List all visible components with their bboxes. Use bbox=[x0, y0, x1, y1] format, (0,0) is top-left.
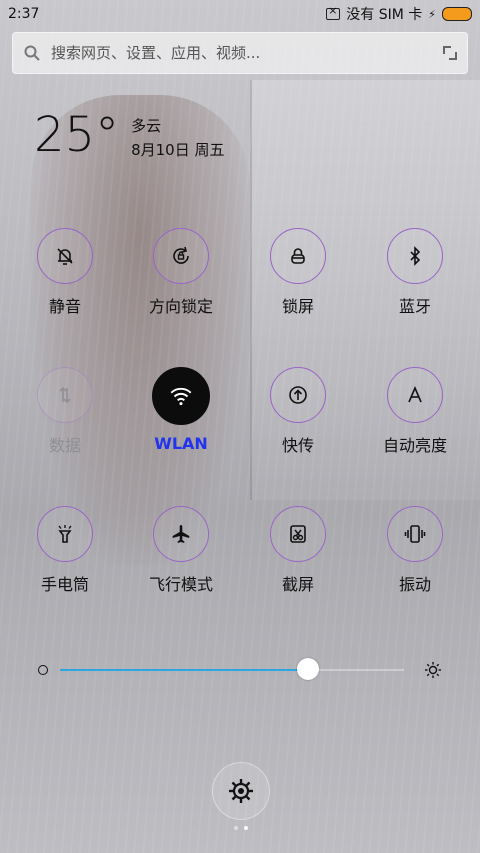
page-dot-active bbox=[244, 826, 248, 830]
bluetooth-toggle-button[interactable] bbox=[387, 228, 443, 284]
wlan-toggle-button[interactable] bbox=[152, 367, 210, 425]
search-icon bbox=[24, 45, 40, 61]
page-indicator bbox=[234, 826, 248, 830]
toggle-wlan[interactable]: WLAN bbox=[131, 367, 231, 453]
toggle-bluetooth[interactable]: 蓝牙 bbox=[365, 228, 465, 317]
vibrate-label: 振动 bbox=[398, 575, 431, 594]
no-sim-icon bbox=[326, 4, 341, 20]
data-arrows-icon bbox=[59, 386, 71, 404]
vibrate-button[interactable] bbox=[387, 506, 443, 562]
gear-icon bbox=[229, 779, 253, 803]
battery-icon bbox=[442, 7, 472, 21]
bell-off-icon bbox=[57, 248, 73, 265]
brightness-track[interactable] bbox=[60, 658, 404, 680]
quick-transfer-label: 快传 bbox=[281, 436, 314, 455]
charging-icon: ⚡ bbox=[428, 7, 436, 21]
flashlight-label: 手电筒 bbox=[40, 575, 89, 594]
toggle-silent[interactable]: 静音 bbox=[15, 228, 115, 317]
toggle-vibrate[interactable]: 振动 bbox=[365, 506, 465, 595]
brightness-high-icon bbox=[425, 662, 441, 678]
rotation-lock-toggle-button[interactable] bbox=[153, 228, 209, 284]
screenshot-button[interactable] bbox=[270, 506, 326, 562]
mobile-data-toggle-button[interactable] bbox=[37, 367, 93, 423]
weather-widget[interactable]: 25° 多云 8月10日 周五 bbox=[34, 110, 224, 162]
silent-label: 静音 bbox=[48, 297, 81, 316]
status-indicators: 没有 SIM 卡 ⚡ bbox=[326, 4, 472, 24]
mobile-data-label: 数据 bbox=[48, 436, 81, 455]
settings-button[interactable] bbox=[212, 762, 270, 820]
weather-info: 多云 8月10日 周五 bbox=[131, 114, 224, 162]
search-bar[interactable] bbox=[12, 32, 468, 74]
airplane-icon bbox=[172, 525, 190, 543]
toggle-rotation-lock[interactable]: 方向锁定 bbox=[131, 228, 231, 317]
brightness-fill bbox=[60, 669, 308, 671]
brightness-slider[interactable] bbox=[38, 650, 442, 690]
sim-status-text: 没有 SIM 卡 bbox=[346, 7, 423, 23]
toggle-mobile-data[interactable]: 数据 bbox=[15, 367, 115, 456]
airplane-mode-label: 飞行模式 bbox=[148, 575, 213, 594]
toggle-auto-brightness[interactable]: 自动亮度 bbox=[365, 367, 465, 456]
flashlight-icon bbox=[58, 525, 72, 543]
wifi-icon bbox=[170, 387, 192, 406]
status-time: 2:37 bbox=[8, 6, 40, 22]
search-input[interactable] bbox=[49, 43, 443, 63]
lock-screen-label: 锁屏 bbox=[281, 297, 314, 316]
quick-transfer-button[interactable] bbox=[270, 367, 326, 423]
auto-brightness-button[interactable] bbox=[387, 367, 443, 423]
toggle-lock-screen[interactable]: 锁屏 bbox=[248, 228, 348, 317]
weather-condition: 多云 bbox=[131, 117, 162, 135]
temperature: 25° bbox=[34, 107, 120, 163]
lock-icon bbox=[291, 248, 305, 264]
bluetooth-icon bbox=[410, 246, 421, 266]
toggle-airplane-mode[interactable]: 飞行模式 bbox=[131, 506, 231, 595]
screenshot-icon bbox=[290, 525, 306, 543]
status-bar: 2:37 没有 SIM 卡 ⚡ bbox=[0, 0, 480, 28]
toggle-screenshot[interactable]: 截屏 bbox=[248, 506, 348, 595]
brightness-low-icon bbox=[38, 665, 48, 675]
airplane-mode-button[interactable] bbox=[153, 506, 209, 562]
toggle-flashlight[interactable]: 手电筒 bbox=[15, 506, 115, 595]
vibrate-icon bbox=[404, 525, 426, 543]
flashlight-button[interactable] bbox=[37, 506, 93, 562]
scan-icon[interactable] bbox=[443, 46, 457, 60]
bluetooth-label: 蓝牙 bbox=[398, 297, 431, 316]
lock-screen-button[interactable] bbox=[270, 228, 326, 284]
weather-date: 8月10日 周五 bbox=[131, 141, 225, 159]
rotation-lock-label: 方向锁定 bbox=[148, 297, 213, 316]
silent-toggle-button[interactable] bbox=[37, 228, 93, 284]
auto-brightness-icon bbox=[408, 385, 422, 403]
auto-brightness-label: 自动亮度 bbox=[382, 436, 447, 455]
wlan-label: WLAN bbox=[154, 434, 208, 453]
page-dot bbox=[234, 826, 238, 830]
rotation-lock-icon bbox=[173, 246, 189, 264]
toggle-quick-transfer[interactable]: 快传 bbox=[248, 367, 348, 456]
screenshot-label: 截屏 bbox=[281, 575, 314, 594]
brightness-thumb[interactable] bbox=[296, 658, 319, 680]
transfer-icon bbox=[289, 386, 307, 404]
